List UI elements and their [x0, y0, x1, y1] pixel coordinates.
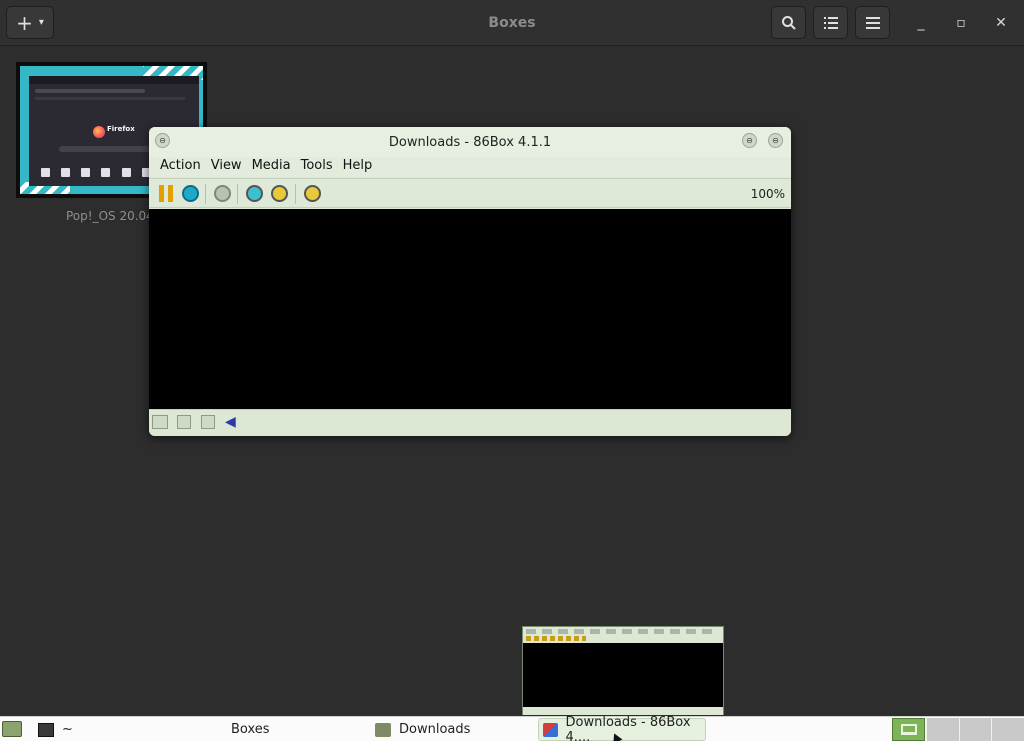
firefox-brand-label: Firefox	[107, 125, 135, 133]
taskbar-item-label: Boxes	[231, 722, 270, 737]
hamburger-menu-icon	[865, 16, 880, 29]
chevron-down-icon: ▾	[38, 17, 44, 28]
shortcut-tile	[81, 168, 91, 177]
86box-toolbar: 100%	[149, 178, 791, 208]
menu-view[interactable]: View	[206, 157, 247, 177]
zoom-level: 100%	[750, 187, 785, 201]
close-icon[interactable]: ✕	[990, 12, 1012, 34]
search-button[interactable]	[771, 6, 806, 39]
emulator-screen[interactable]	[149, 209, 791, 409]
maximize-icon[interactable]: ▫	[950, 12, 972, 34]
shortcut-tile	[121, 168, 131, 177]
search-icon	[781, 15, 796, 30]
workspace-4[interactable]	[991, 718, 1024, 741]
taskbar-item-terminal[interactable]: ~	[38, 718, 73, 741]
firefox-logo-icon	[93, 126, 105, 138]
menu-media[interactable]: Media	[247, 157, 296, 177]
toolbar-separator	[205, 184, 206, 204]
hard-reset-icon[interactable]	[182, 185, 199, 202]
vm-name-label[interactable]: Pop!_OS 20.04	[66, 209, 150, 223]
shortcut-tile	[41, 168, 50, 177]
minimize-icon[interactable]: ⊖	[742, 133, 757, 148]
pause-icon[interactable]	[159, 185, 173, 202]
url-bar	[35, 89, 145, 93]
86box-menubar: Action View Media Tools Help	[149, 157, 791, 177]
floppy-1-icon[interactable]	[177, 415, 191, 429]
list-view-icon	[823, 16, 838, 29]
ctrl-alt-del-icon[interactable]	[246, 185, 263, 202]
list-view-button[interactable]	[813, 6, 848, 39]
shortcut-tile	[61, 168, 71, 177]
terminal-icon	[38, 722, 54, 737]
taskbar-item-boxes[interactable]: Boxes	[205, 718, 370, 741]
preview-screen	[523, 643, 723, 707]
workspace-3[interactable]	[959, 718, 992, 741]
taskbar: ~ Boxes Downloads Downloads - 86Box 4...…	[0, 714, 1024, 741]
taskbar-item-label: ~	[62, 722, 73, 737]
taskbar-item-label: Downloads	[399, 722, 471, 737]
workspace-screen-icon	[901, 724, 917, 735]
sound-icon[interactable]: ◀	[225, 415, 239, 429]
floppy-2-icon[interactable]	[201, 415, 215, 429]
86box-window: ⊖ Downloads - 86Box 4.1.1 ⊖ ⊖ Action Vie…	[149, 127, 791, 436]
86box-titlebar[interactable]: ⊖ Downloads - 86Box 4.1.1 ⊖ ⊖	[149, 127, 791, 157]
taskbar-item-downloads[interactable]: Downloads	[375, 718, 470, 741]
taskbar-item-label: Downloads - 86Box 4....	[565, 714, 691, 741]
menu-tools[interactable]: Tools	[296, 157, 338, 177]
workspace-2[interactable]	[926, 718, 959, 741]
86box-icon	[543, 722, 558, 737]
menu-help[interactable]: Help	[338, 157, 378, 177]
workspace-1[interactable]	[892, 718, 925, 741]
toolbar-separator	[237, 184, 238, 204]
taskbar-window-preview[interactable]	[522, 626, 724, 715]
86box-window-title: Downloads - 86Box 4.1.1	[388, 135, 552, 150]
plus-icon: +	[16, 10, 33, 35]
preview-menubar	[526, 629, 716, 634]
power-icon[interactable]	[214, 185, 231, 202]
toolbar-separator	[295, 184, 296, 204]
keyboard-icon[interactable]	[152, 415, 168, 429]
folder-icon	[375, 722, 391, 737]
show-desktop-icon[interactable]	[2, 721, 22, 737]
settings-icon[interactable]	[304, 185, 321, 202]
menu-action[interactable]: Action	[155, 157, 206, 177]
preview-toolbar	[526, 636, 586, 641]
minimize-icon[interactable]: _	[910, 12, 932, 34]
ctrl-alt-esc-icon[interactable]	[271, 185, 288, 202]
main-menu-button[interactable]	[855, 6, 890, 39]
86box-statusbar: ◀	[149, 409, 791, 436]
boxes-headerbar: + ▾ Boxes _ ▫ ✕	[0, 0, 1024, 46]
maximize-icon[interactable]: ⊖	[768, 133, 783, 148]
url-bar-suggestion	[35, 97, 185, 100]
new-vm-button[interactable]: + ▾	[6, 6, 54, 39]
shortcut-tile	[101, 168, 111, 177]
